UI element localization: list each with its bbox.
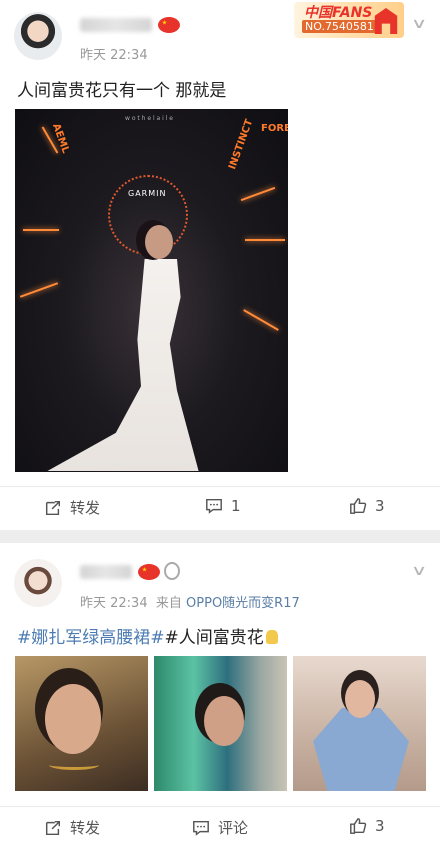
photo-sign-right-2: FORE (261, 123, 288, 134)
like-count: 3 (375, 497, 385, 515)
light-strip (243, 309, 279, 331)
grid-photo-3[interactable] (293, 656, 426, 791)
woman-head (145, 225, 173, 259)
photo-top-text: w o t h e l a i l e (125, 115, 173, 122)
grid-photo-1[interactable] (15, 656, 148, 791)
flower-emoji-icon (265, 630, 278, 644)
post-text: 人间富贵花只有一个 那就是 (17, 81, 227, 101)
chevron-down-icon[interactable]: ∨ (411, 563, 427, 579)
username-blurred[interactable] (80, 18, 152, 32)
fans-badge-number: NO.7540581 (302, 20, 377, 33)
china-flag-icon (158, 17, 180, 33)
like-button[interactable]: 3 (349, 497, 385, 515)
photo-sign-left: AEML (49, 122, 71, 155)
repost-button[interactable]: 转发 (44, 817, 100, 838)
post-source[interactable]: OPPO随光而变R17 (186, 596, 300, 611)
like-count: 3 (375, 817, 385, 835)
username-blurred[interactable] (80, 565, 132, 579)
light-strip (23, 229, 59, 231)
comment-icon (193, 820, 209, 836)
post-text: #娜扎军绿高腰裙##人间富贵花 (17, 623, 278, 648)
repost-button[interactable]: 转发 (44, 497, 100, 518)
face (45, 684, 101, 754)
chevron-down-icon[interactable]: ∨ (411, 16, 427, 32)
comment-button[interactable]: 评论 (192, 817, 248, 838)
repost-label: 转发 (70, 499, 101, 517)
comment-button[interactable]: 1 (205, 497, 241, 515)
china-flag-icon (138, 564, 160, 580)
blue-qipao (313, 708, 409, 791)
action-bar: 转发 评论 3 (0, 806, 440, 850)
post-photo[interactable]: w o t h e l a i l e AEML INSTINCT FORE G… (15, 109, 288, 472)
thumbs-up-icon (350, 818, 367, 834)
white-gown (47, 259, 199, 471)
fans-badge-tag: 中国FANS (304, 5, 373, 21)
repost-icon (45, 820, 61, 835)
necklace (49, 760, 99, 770)
grid-photo-2[interactable] (154, 656, 287, 791)
light-strip (19, 282, 59, 298)
repost-label: 转发 (70, 819, 101, 837)
user-avatar[interactable] (14, 12, 62, 60)
repost-icon (45, 500, 61, 515)
medal-icon (164, 562, 180, 580)
face (204, 696, 244, 746)
hashtag-link[interactable]: #人间富贵花 (165, 628, 264, 648)
light-strip (245, 239, 285, 241)
comment-icon (206, 498, 222, 514)
hashtag-link[interactable]: #娜扎军绿高腰裙# (17, 628, 165, 648)
comment-label: 评论 (218, 819, 249, 837)
like-button[interactable]: 3 (349, 817, 385, 835)
face (345, 680, 375, 718)
user-avatar[interactable] (14, 559, 62, 607)
post-time: 昨天 22:34 (80, 596, 148, 611)
post-meta: 昨天 22:34 来自 OPPO随光而变R17 (80, 592, 300, 611)
light-strip (240, 186, 276, 202)
photo-sign-right: INSTINCT (227, 118, 256, 171)
comment-count: 1 (231, 497, 241, 515)
source-prefix: 来自 (155, 596, 182, 611)
weibo-post-1: 昨天 22:34 中国FANS NO.7540581 ∨ 人间富贵花只有一个 那… (0, 0, 440, 530)
fans-badge[interactable]: 中国FANS NO.7540581 (294, 2, 404, 38)
post-time: 昨天 22:34 (80, 48, 148, 63)
thumbs-up-icon (350, 498, 367, 514)
photo-brand: GARMIN (128, 189, 167, 198)
weibo-post-2: 昨天 22:34 来自 OPPO随光而变R17 ∨ #娜扎军绿高腰裙##人间富贵… (0, 543, 440, 854)
gate-icon (374, 8, 398, 34)
action-bar: 转发 1 3 (0, 486, 440, 530)
